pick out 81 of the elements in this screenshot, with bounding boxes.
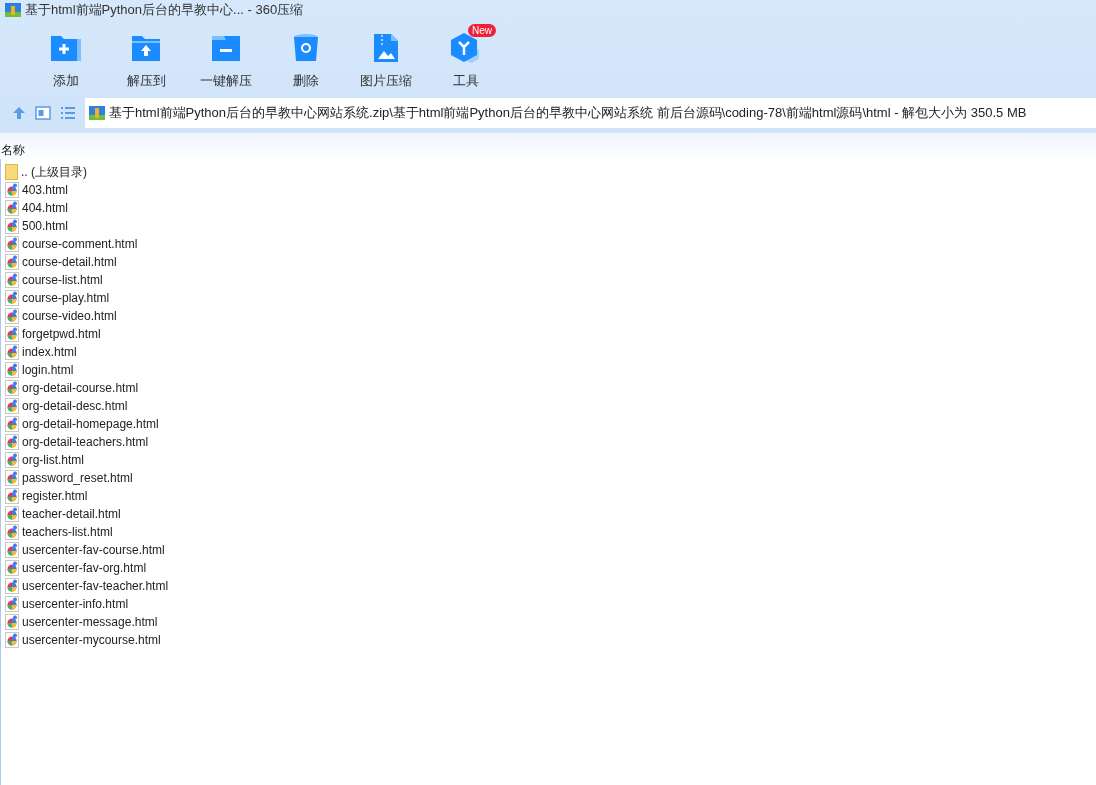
toolbar-label: 删除 — [293, 71, 319, 90]
file-row[interactable]: usercenter-fav-course.html — [5, 541, 1096, 559]
toolbar-button[interactable]: New 工具 — [426, 23, 506, 90]
file-row[interactable]: forgetpwd.html — [5, 325, 1096, 343]
file-row[interactable]: 404.html — [5, 199, 1096, 217]
folder-plus-icon — [49, 33, 83, 63]
html-file-icon — [5, 488, 19, 504]
html-file-icon — [5, 416, 19, 432]
file-row[interactable]: org-list.html — [5, 451, 1096, 469]
html-file-icon — [5, 542, 19, 558]
file-row[interactable]: .. (上级目录) — [5, 163, 1096, 181]
html-file-icon — [5, 344, 19, 360]
image-file-icon — [373, 33, 399, 63]
file-row[interactable]: org-detail-homepage.html — [5, 415, 1096, 433]
file-row[interactable]: org-detail-teachers.html — [5, 433, 1096, 451]
html-file-icon — [5, 596, 19, 612]
up-arrow-icon[interactable] — [12, 106, 26, 120]
file-row[interactable]: teacher-detail.html — [5, 505, 1096, 523]
file-row[interactable]: course-play.html — [5, 289, 1096, 307]
window-title: 基于html前端Python后台的早教中心... - 360压缩 — [25, 1, 304, 20]
panel-view-icon[interactable] — [35, 106, 51, 120]
toolbar-button[interactable]: 一键解压 — [186, 23, 266, 90]
toolbar-button[interactable]: 删除 — [266, 23, 346, 90]
html-file-icon — [5, 452, 19, 468]
recycle-bin-icon — [293, 33, 319, 63]
html-file-icon — [5, 236, 19, 252]
folder-upload-icon — [130, 33, 162, 63]
html-file-icon — [5, 506, 19, 522]
file-row[interactable]: course-video.html — [5, 307, 1096, 325]
html-file-icon — [5, 632, 19, 648]
file-row[interactable]: register.html — [5, 487, 1096, 505]
folder-minus-icon — [210, 33, 242, 63]
html-file-icon — [5, 254, 19, 270]
file-row[interactable]: course-list.html — [5, 271, 1096, 289]
file-row[interactable]: usercenter-message.html — [5, 613, 1096, 631]
html-file-icon — [5, 398, 19, 414]
html-file-icon — [5, 614, 19, 630]
html-file-icon — [5, 308, 19, 324]
file-row[interactable]: teachers-list.html — [5, 523, 1096, 541]
new-badge: New — [468, 24, 496, 37]
column-header[interactable]: 名称 — [0, 141, 25, 159]
file-row[interactable]: usercenter-mycourse.html — [5, 631, 1096, 649]
toolbar-label: 解压到 — [126, 71, 166, 90]
html-file-icon — [5, 218, 19, 234]
html-file-icon — [5, 182, 19, 198]
html-file-icon — [5, 524, 19, 540]
toolbar-button[interactable]: 解压到 — [106, 23, 186, 90]
file-row[interactable]: usercenter-fav-teacher.html — [5, 577, 1096, 595]
file-row[interactable]: usercenter-fav-org.html — [5, 559, 1096, 577]
toolbar-label: 一键解压 — [200, 71, 252, 90]
html-file-icon — [5, 362, 19, 378]
file-row[interactable]: org-detail-desc.html — [5, 397, 1096, 415]
toolbar-label: 图片压缩 — [360, 71, 412, 90]
archive-icon — [89, 105, 105, 121]
toolbar-label: 添加 — [53, 71, 79, 90]
address-path: 基于html前端Python后台的早教中心网站系统.zip\基于html前端Python后台的早教中心网站系统 前后台源码\coding-78\前端html源码\html - 解包大小为 350.5 MB — [109, 104, 1027, 123]
archive-app-icon — [5, 3, 21, 17]
toolbar-button[interactable]: 添加 — [26, 23, 106, 90]
list-view-icon[interactable] — [60, 106, 76, 120]
file-row[interactable]: password_reset.html — [5, 469, 1096, 487]
address-field[interactable]: 基于html前端Python后台的早教中心网站系统.zip\基于html前端Python后台的早教中心网站系统 前后台源码\coding-78\前端html源码\html - 解包大小为 350.5 MB — [85, 98, 1096, 128]
file-row[interactable]: 500.html — [5, 217, 1096, 235]
toolbar-label: 工具 — [453, 71, 479, 90]
html-file-icon — [5, 380, 19, 396]
html-file-icon — [5, 434, 19, 450]
file-row[interactable]: org-detail-course.html — [5, 379, 1096, 397]
html-file-icon — [5, 272, 19, 288]
file-row[interactable]: index.html — [5, 343, 1096, 361]
html-file-icon — [5, 578, 19, 594]
file-row[interactable]: 403.html — [5, 181, 1096, 199]
html-file-icon — [5, 470, 19, 486]
file-row[interactable]: course-detail.html — [5, 253, 1096, 271]
file-row[interactable]: login.html — [5, 361, 1096, 379]
file-row[interactable]: course-comment.html — [5, 235, 1096, 253]
html-file-icon — [5, 200, 19, 216]
folder-icon — [5, 164, 18, 180]
file-row[interactable]: usercenter-info.html — [5, 595, 1096, 613]
html-file-icon — [5, 560, 19, 576]
html-file-icon — [5, 290, 19, 306]
html-file-icon — [5, 326, 19, 342]
toolbar-button[interactable]: 图片压缩 — [346, 23, 426, 90]
